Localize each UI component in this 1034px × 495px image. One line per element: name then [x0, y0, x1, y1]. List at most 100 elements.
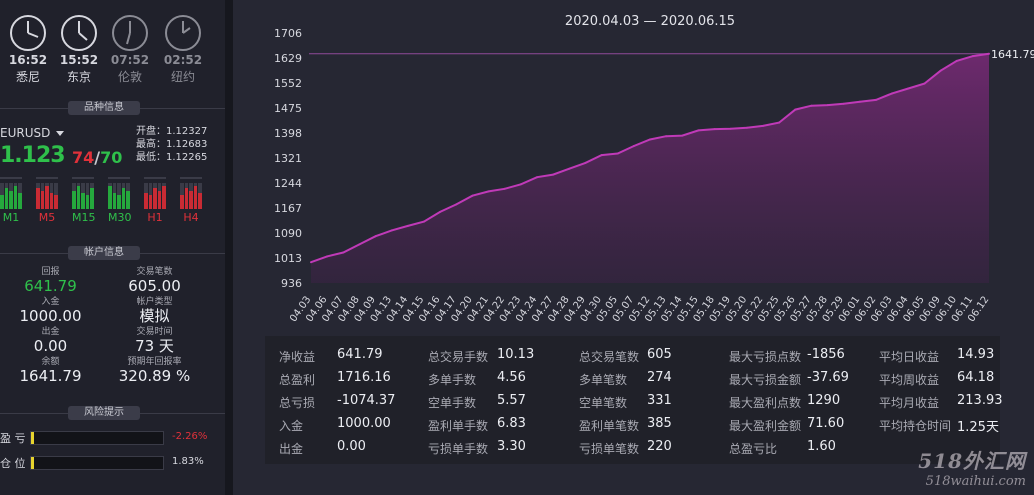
strength-bars [144, 177, 166, 209]
last-value-label: 1641.79 [991, 48, 1034, 61]
y-tick-label: 1706 [274, 27, 302, 40]
data-point [842, 102, 845, 105]
clock-icon [10, 15, 46, 51]
section-title: 风险提示 [68, 406, 140, 420]
data-point [681, 134, 684, 137]
data-point [891, 92, 894, 95]
symbol-section-header: 品种信息 [0, 101, 225, 115]
field-label: 预期年回报率 [127, 357, 182, 367]
data-point [326, 255, 329, 258]
data-point [406, 224, 409, 227]
data-point [390, 229, 393, 232]
stat-label: 空单手数 [428, 396, 477, 410]
timeframe-label: H1 [147, 211, 163, 224]
timeframe-strength: M1 M5 M15 M30 H1 H4 [0, 177, 225, 227]
clock-time: 15:52 [59, 53, 99, 67]
timeframe-m5[interactable]: M5 [36, 177, 58, 224]
stat-value: 1000.00 [337, 416, 391, 431]
timeframe-h1[interactable]: H1 [144, 177, 166, 224]
data-point [503, 187, 506, 190]
stat-value: 64.18 [957, 370, 995, 385]
clock-newyork: 02:52 纽约 [158, 14, 208, 85]
clock-time: 07:52 [110, 53, 150, 67]
equity-chart: 2020.04.03 — 2020.06.15 936 1013 1090 1167 12… [274, 14, 1034, 324]
data-point [616, 152, 619, 155]
field-label: 余额 [41, 357, 60, 367]
field-value: 1641.79 [19, 367, 82, 385]
account-balance: 余额 1641.79 [3, 357, 98, 385]
ohl-info: 开盘：1.12327 最高：1.12683 最低：1.12265 [136, 125, 207, 164]
clock-time: 02:52 [163, 53, 203, 67]
section-title: 品种信息 [68, 101, 140, 115]
data-point [519, 183, 522, 186]
risk-bar-fill [31, 432, 34, 444]
high-price: 最高：1.12683 [136, 139, 208, 150]
stat-label: 最大亏损点数 [729, 350, 802, 364]
stat-label: 亏损单手数 [428, 442, 489, 456]
strength-bar [153, 183, 157, 209]
pip-red: 74 [72, 148, 95, 167]
y-tick-label: 1090 [274, 227, 302, 240]
field-value: 641.79 [24, 277, 77, 295]
y-tick-label: 1013 [274, 252, 302, 265]
strength-bar [189, 183, 193, 209]
field-value: 605.00 [128, 277, 181, 295]
field-value: 1000.00 [19, 307, 82, 325]
stat-value: 331 [647, 393, 672, 408]
strength-bar [36, 183, 40, 209]
strength-bar [126, 183, 130, 209]
strength-bar [85, 183, 90, 209]
stat-value: 4.56 [497, 370, 526, 385]
strength-bar [157, 183, 162, 209]
stat-label: 最大盈利金额 [729, 419, 802, 433]
clock-time: 16:52 [8, 53, 48, 67]
strength-bar [76, 183, 81, 209]
account-section-header: 帐户信息 [0, 246, 225, 260]
chevron-down-icon [56, 131, 65, 136]
field-value: 模拟 [139, 307, 170, 325]
timeframe-m30[interactable]: M30 [108, 177, 132, 224]
data-point [858, 100, 861, 103]
field-label: 交易时间 [136, 327, 173, 337]
timeframe-label: M5 [38, 211, 56, 224]
clock-icon [112, 15, 148, 51]
stat-label: 入金 [279, 419, 304, 433]
stat-label: 最大盈利点数 [729, 396, 802, 410]
stat-value: 220 [647, 439, 672, 454]
strength-bar [40, 183, 45, 209]
data-point [971, 55, 974, 58]
strength-bar [54, 183, 58, 209]
strength-bar [0, 183, 4, 209]
timeframe-m1[interactable]: M1 [0, 177, 22, 224]
strength-bar [121, 183, 126, 209]
data-point [939, 69, 942, 72]
data-point [713, 128, 716, 131]
clock-city: 悉尼 [15, 70, 40, 84]
stat-value: 0.00 [337, 439, 366, 454]
timeframe-h4[interactable]: H4 [180, 177, 202, 224]
data-point [471, 194, 474, 197]
clock-city: 伦敦 [117, 70, 142, 84]
account-type: 帐户类型 模拟 [107, 297, 202, 325]
field-value: 0.00 [33, 337, 68, 355]
timeframe-m15[interactable]: M15 [72, 177, 96, 224]
stat-value: 3.30 [497, 439, 526, 454]
field-label: 交易笔数 [136, 267, 173, 277]
right-panel: 2020.04.03 — 2020.06.15 936 1013 1090 1167 12… [233, 0, 1034, 495]
stat-label: 最大亏损金额 [729, 373, 802, 387]
stat-label: 出金 [279, 442, 304, 456]
stat-label: 盈利单手数 [428, 419, 489, 433]
symbol-selector[interactable]: EURUSD [0, 126, 65, 140]
y-tick-label: 1321 [274, 152, 302, 165]
clock-city: 东京 [66, 70, 91, 84]
strength-bar [81, 183, 85, 209]
stat-label: 总交易手数 [428, 350, 489, 364]
pip-green: 70 [100, 148, 123, 167]
stat-value: 1.60 [807, 439, 836, 454]
data-point [810, 104, 813, 107]
strength-bar [112, 183, 117, 209]
stat-label: 多单笔数 [579, 373, 628, 387]
symbol-name: EURUSD [0, 126, 51, 140]
data-point [907, 87, 910, 90]
stat-value: -1074.37 [337, 393, 396, 408]
